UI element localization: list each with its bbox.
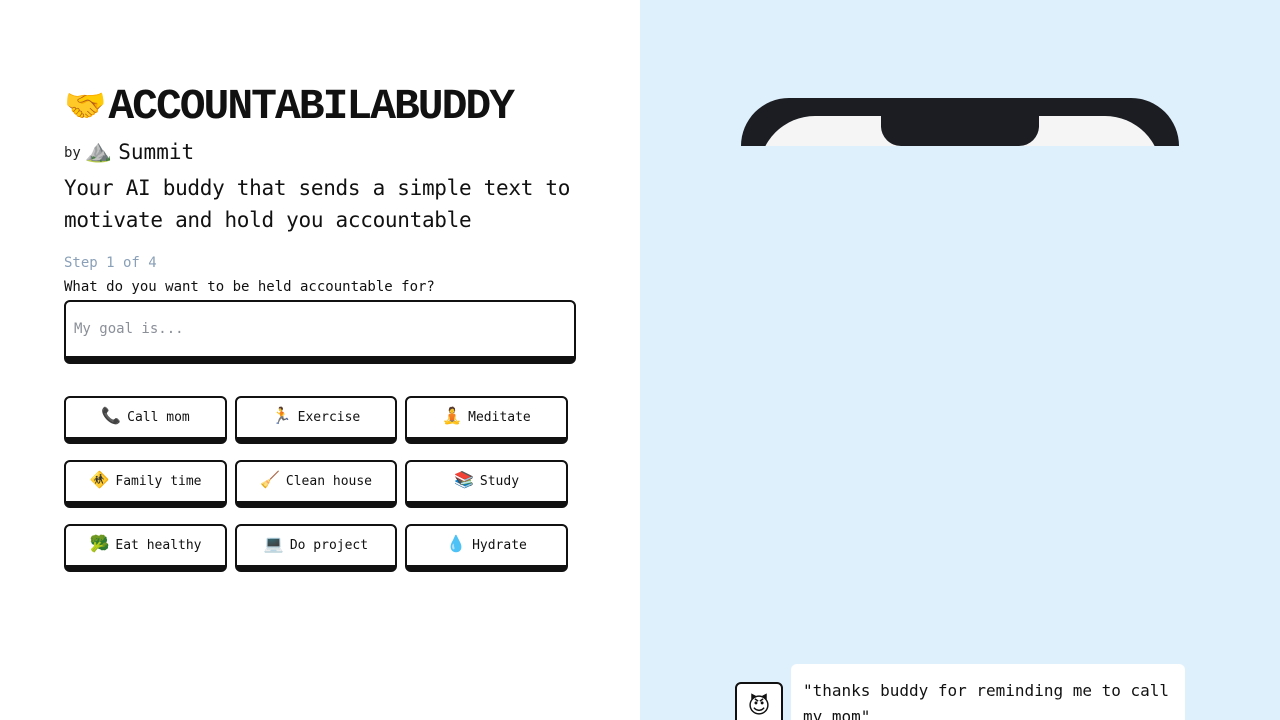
suggestion-chip-label: Clean house (285, 474, 372, 489)
suggestion-chip-meditate[interactable]: 🧘 Meditate (405, 396, 568, 444)
tagline: Your AI buddy that sends a simple text t… (64, 176, 571, 232)
goal-input[interactable] (64, 300, 576, 364)
byline: by ⛰️ Summit (64, 136, 194, 164)
suggestion-chip-hydrate[interactable]: 💧 Hydrate (405, 524, 568, 572)
broccoli-icon: 🥦 (89, 534, 110, 553)
phone-mockup (741, 98, 1179, 146)
goal-question: What do you want to be held accountable … (64, 279, 435, 295)
left-panel: 🤝 ACCOUNTABILABUDDY by ⛰️ Summit Your AI… (0, 0, 640, 720)
broom-icon: 🧹 (259, 470, 280, 489)
suggestion-chip-label: Do project (289, 538, 369, 553)
phone-icon: 📞 (101, 406, 122, 425)
droplet-icon: 💧 (446, 534, 467, 553)
suggestion-chip-label: Exercise (297, 410, 361, 425)
runner-icon: 🏃 (271, 406, 292, 425)
suggestion-chip-eat-healthy[interactable]: 🥦 Eat healthy (64, 524, 227, 572)
suggestion-chip-label: Eat healthy (115, 538, 202, 553)
mountain-logo-icon: ⛰️ (84, 139, 113, 164)
suggestion-chip-label: Family time (115, 474, 202, 489)
handshake-icon: 🤝 (64, 86, 107, 126)
suggestion-chip-label: Call mom (127, 410, 190, 425)
books-icon: 📚 (453, 470, 474, 489)
suggestion-chip-do-project[interactable]: 💻 Do project (235, 524, 397, 572)
laptop-icon: 💻 (263, 534, 284, 553)
by-label: by (64, 145, 81, 161)
testimonial-bubble: "thanks buddy for reminding me to call m… (791, 664, 1185, 720)
app-title-text: ACCOUNTABILABUDDY (108, 81, 515, 131)
suggestion-chip-clean-house[interactable]: 🧹 Clean house (235, 460, 397, 508)
suggestion-chip-study[interactable]: 📚 Study (405, 460, 568, 508)
devil-avatar-icon: 😈 (747, 693, 771, 719)
meditation-icon: 🧘 (442, 406, 463, 425)
brand-name[interactable]: Summit (118, 140, 194, 164)
step-indicator: Step 1 of 4 (64, 255, 157, 271)
family-icon: 🚸 (89, 470, 110, 489)
suggestion-grid: 📞 Call mom 🏃 Exercise 🧘 Meditate 🚸 Family time 🧹… (64, 396, 576, 572)
phone-notch (881, 98, 1039, 146)
suggestion-chip-label: Study (479, 474, 520, 489)
testimonial-avatar: 😈 (735, 682, 783, 720)
suggestion-chip-exercise[interactable]: 🏃 Exercise (235, 396, 397, 444)
suggestion-chip-label: Meditate (468, 410, 531, 425)
suggestion-chip-family-time[interactable]: 🚸 Family time (64, 460, 227, 508)
suggestion-chip-call-mom[interactable]: 📞 Call mom (64, 396, 227, 444)
suggestion-chip-label: Hydrate (472, 538, 527, 553)
app-title: 🤝 ACCOUNTABILABUDDY (64, 81, 515, 131)
